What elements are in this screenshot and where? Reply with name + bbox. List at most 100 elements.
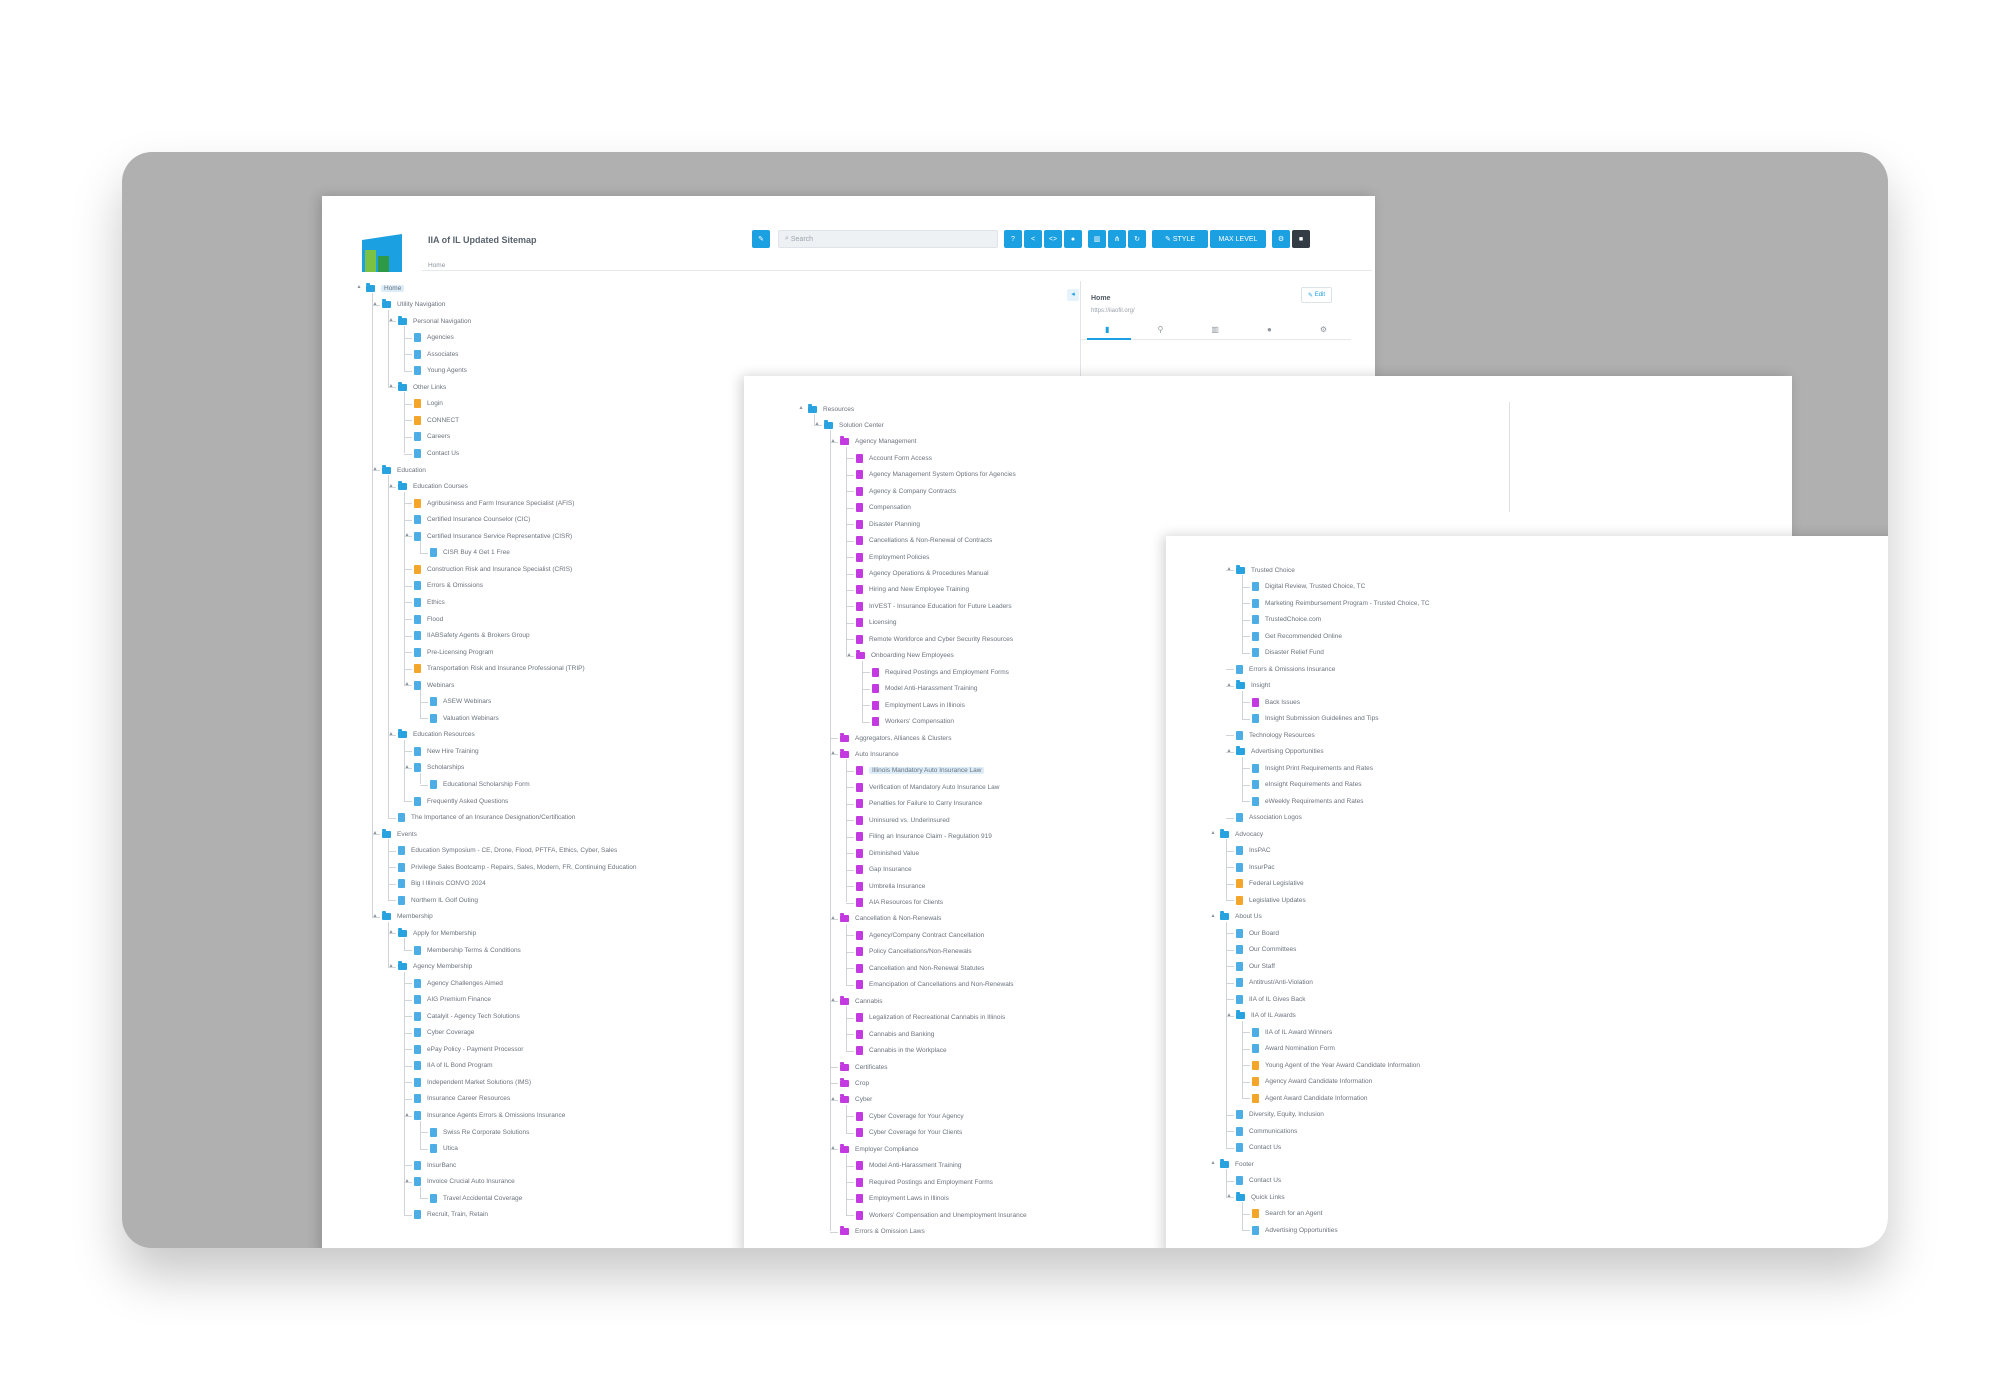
sitemap-node[interactable]: Diversity, Equity, Inclusion (1236, 1107, 1324, 1123)
sitemap-node[interactable]: Advertising Opportunities (1252, 1222, 1338, 1238)
sitemap-node[interactable]: Scholarships (414, 760, 464, 776)
sitemap-node[interactable]: Federal Legislative (1236, 876, 1304, 892)
sitemap-node[interactable]: Penalties for Failure to Carry Insurance (856, 796, 982, 812)
sitemap-node[interactable]: Agency & Company Contracts (856, 483, 956, 499)
sitemap-node[interactable]: Cannabis and Banking (856, 1026, 934, 1042)
sitemap-node[interactable]: eInsight Requirements and Rates (1252, 777, 1361, 793)
sitemap-node[interactable]: Crop (840, 1075, 869, 1091)
sitemap-node[interactable]: Certificates (840, 1059, 888, 1075)
sitemap-node[interactable]: Uninsured vs. Underinsured (856, 812, 950, 828)
sitemap-node[interactable]: Advertising Opportunities (1236, 744, 1324, 760)
sitemap-node[interactable]: Employer Compliance (840, 1141, 919, 1157)
sitemap-node[interactable]: Marketing Reimbursement Program - Truste… (1252, 595, 1430, 611)
sitemap-node[interactable]: IIABSafety Agents & Brokers Group (414, 628, 530, 644)
sitemap-node[interactable]: Frequently Asked Questions (414, 793, 508, 809)
share-icon[interactable]: < (1024, 230, 1042, 248)
collapse-toggle-icon[interactable]: ▴ (403, 1111, 411, 1118)
sitemap-node[interactable]: Cannabis (840, 993, 882, 1009)
sitemap-node[interactable]: Education Symposium - CE, Drone, Flood, … (398, 843, 617, 859)
sitemap-node[interactable]: Cyber Coverage for Your Agency (856, 1108, 964, 1124)
sitemap-node[interactable]: Education Resources (398, 727, 475, 743)
sitemap-node[interactable]: Filing an Insurance Claim - Regulation 9… (856, 829, 992, 845)
edit-title-button[interactable]: ✎ (752, 230, 770, 248)
sitemap-node[interactable]: Login (414, 396, 443, 412)
collapse-toggle-icon[interactable]: ▴ (403, 680, 411, 687)
sitemap-node[interactable]: Back Issues (1252, 694, 1300, 710)
sitemap-node[interactable]: Advocacy (1220, 826, 1263, 842)
max-level-button[interactable]: MAX LEVEL (1210, 230, 1266, 248)
collapse-toggle-icon[interactable]: ▴ (387, 316, 395, 323)
collapse-toggle-icon[interactable]: ▴ (371, 829, 379, 836)
sitemap-node[interactable]: Model Anti-Harassment Training (856, 1158, 962, 1174)
panel-url[interactable]: https://iiaofil.org/ (1091, 308, 1135, 314)
collapse-toggle-icon[interactable]: ▴ (1225, 747, 1233, 754)
sitemap-node[interactable]: Antitrust/Anti-Violation (1236, 975, 1313, 991)
sitemap-node[interactable]: Trusted Choice (1236, 562, 1295, 578)
sitemap-node[interactable]: Young Agents (414, 363, 467, 379)
sitemap-node[interactable]: Errors & Omission Laws (840, 1224, 925, 1240)
refresh-icon[interactable]: ↻ (1128, 230, 1146, 248)
collapse-toggle-icon[interactable]: ▴ (387, 730, 395, 737)
sitemap-node[interactable]: InsurPac (1236, 859, 1275, 875)
sitemap-node[interactable]: Agent Award Candidate Information (1252, 1090, 1368, 1106)
collapse-toggle-icon[interactable]: ▴ (387, 482, 395, 489)
sitemap-node[interactable]: Insight (1236, 678, 1270, 694)
sitemap-node[interactable]: Agencies (414, 330, 454, 346)
sitemap-node[interactable]: Legislative Updates (1236, 892, 1306, 908)
sitemap-node[interactable]: Membership Terms & Conditions (414, 942, 521, 958)
collapse-toggle-icon[interactable]: ▴ (829, 437, 837, 444)
sitemap-node[interactable]: Education Courses (398, 479, 468, 495)
sitemap-node[interactable]: Swiss Re Corporate Solutions (430, 1124, 529, 1140)
sitemap-node[interactable]: Verification of Mandatory Auto Insurance… (856, 779, 999, 795)
comments-tab-icon[interactable]: ● (1267, 325, 1272, 334)
sitemap-node[interactable]: Cancellation & Non-Renewals (840, 911, 941, 927)
sitemap-node[interactable]: Disaster Relief Fund (1252, 645, 1324, 661)
sitemap-node[interactable]: Disaster Planning (856, 516, 920, 532)
collapse-toggle-icon[interactable]: ▴ (797, 404, 805, 411)
sitemap-node[interactable]: Legalization of Recreational Cannabis in… (856, 1010, 1005, 1026)
sitemap-node[interactable]: Agency Management System Options for Age… (856, 467, 1016, 483)
collapse-toggle-icon[interactable]: ▴ (403, 763, 411, 770)
sitemap-node[interactable]: Cyber Coverage for Your Clients (856, 1125, 962, 1141)
panel-edit-button[interactable]: ✎ Edit (1301, 287, 1333, 303)
sitemap-node[interactable]: Insight Submission Guidelines and Tips (1252, 711, 1378, 727)
tree-icon[interactable]: ⋔ (1108, 230, 1126, 248)
collapse-toggle-icon[interactable]: ▴ (1209, 1159, 1217, 1166)
sitemap-node[interactable]: Required Postings and Employment Forms (872, 664, 1009, 680)
sitemap-node[interactable]: InVEST - Insurance Education for Future … (856, 598, 1012, 614)
sitemap-node[interactable]: Contact Us (1236, 1173, 1281, 1189)
stats-tab-icon[interactable]: ▥ (1211, 325, 1219, 334)
sitemap-node[interactable]: Digital Review, Trusted Choice, TC (1252, 579, 1365, 595)
settings-tab-icon[interactable]: ⚙ (1320, 325, 1327, 334)
sitemap-node[interactable]: Catalyit - Agency Tech Solutions (414, 1008, 520, 1024)
sitemap-node[interactable]: Get Recommended Online (1252, 628, 1342, 644)
sitemap-node[interactable]: Invoice Crucial Auto Insurance (414, 1174, 515, 1190)
sitemap-node[interactable]: Workers' Compensation and Unemployment I… (856, 1207, 1027, 1223)
sitemap-node[interactable]: Events (382, 826, 417, 842)
sitemap-node[interactable]: Communications (1236, 1123, 1297, 1139)
sitemap-node[interactable]: Transportation Risk and Insurance Profes… (414, 661, 585, 677)
style-button[interactable]: ✎ STYLE (1152, 230, 1208, 248)
collapse-toggle-icon[interactable]: ▴ (1225, 1192, 1233, 1199)
sitemap-node[interactable]: Agency Operations & Procedures Manual (856, 566, 989, 582)
sitemap-node[interactable]: IIA of IL Bond Program (414, 1058, 493, 1074)
sitemap-node[interactable]: Resources (808, 401, 854, 417)
collapse-toggle-icon[interactable]: ▴ (403, 1177, 411, 1184)
sitemap-node[interactable]: ePay Policy - Payment Processor (414, 1041, 523, 1057)
sitemap-node[interactable]: Careers (414, 429, 450, 445)
sitemap-node[interactable]: Licensing (856, 615, 896, 631)
sitemap-node[interactable]: Insurance Career Resources (414, 1091, 510, 1107)
sitemap-node[interactable]: AIA Resources for Clients (856, 895, 943, 911)
search-input[interactable]: ⌕ Search (778, 230, 998, 248)
collapse-toggle-icon[interactable]: ▴ (371, 912, 379, 919)
collapse-toggle-icon[interactable]: ▴ (1225, 681, 1233, 688)
sitemap-node[interactable]: Auto Insurance (840, 746, 899, 762)
sitemap-node[interactable]: Quick Links (1236, 1189, 1285, 1205)
sitemap-node[interactable]: Gap Insurance (856, 862, 912, 878)
sitemap-node[interactable]: Apply for Membership (398, 925, 476, 941)
sitemap-node[interactable]: IIA of IL Award Winners (1252, 1024, 1332, 1040)
sitemap-node[interactable]: Remote Workforce and Cyber Security Reso… (856, 631, 1013, 647)
collapse-toggle-icon[interactable]: ▴ (829, 1144, 837, 1151)
settings-icon[interactable]: ⚙ (1272, 230, 1290, 248)
sitemap-node[interactable]: Our Staff (1236, 958, 1275, 974)
